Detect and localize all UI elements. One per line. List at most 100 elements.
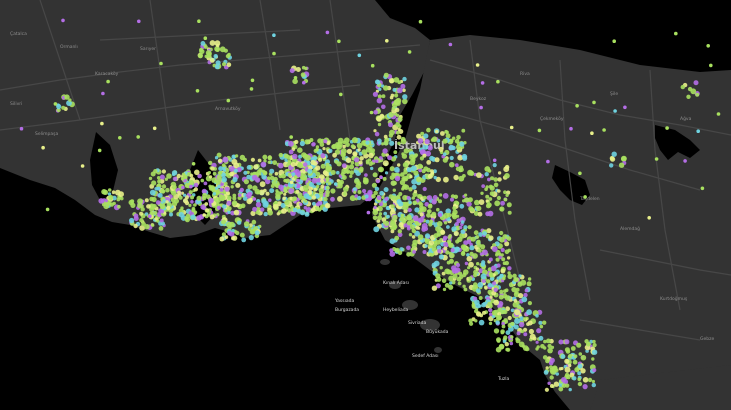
map-marker[interactable]: [330, 196, 335, 202]
map-marker[interactable]: [501, 257, 506, 262]
map-marker[interactable]: [351, 137, 358, 144]
map-marker[interactable]: [390, 204, 395, 209]
map-marker[interactable]: [450, 248, 455, 253]
map-marker[interactable]: [384, 220, 390, 226]
map-marker[interactable]: [424, 244, 428, 248]
map-marker[interactable]: [207, 171, 211, 175]
map-marker[interactable]: [190, 214, 196, 220]
map-marker[interactable]: [488, 307, 493, 313]
map-marker[interactable]: [107, 188, 112, 192]
map-marker[interactable]: [455, 201, 460, 205]
map-marker[interactable]: [480, 273, 487, 280]
map-marker[interactable]: [447, 235, 452, 240]
map-marker[interactable]: [507, 266, 512, 271]
map-marker[interactable]: [418, 217, 425, 223]
map-marker[interactable]: [243, 179, 249, 185]
map-marker[interactable]: [295, 67, 301, 72]
map-marker[interactable]: [481, 184, 486, 189]
map-marker[interactable]: [226, 172, 230, 177]
map-marker[interactable]: [484, 286, 488, 290]
map-marker[interactable]: [488, 184, 493, 189]
map-marker[interactable]: [397, 163, 401, 167]
map-marker[interactable]: [369, 110, 374, 115]
map-marker[interactable]: [232, 193, 237, 198]
map-marker[interactable]: [240, 203, 246, 209]
map-marker[interactable]: [200, 41, 206, 46]
map-marker[interactable]: [153, 210, 158, 216]
map-marker[interactable]: [241, 237, 247, 243]
map-marker[interactable]: [706, 44, 710, 48]
map-marker[interactable]: [484, 166, 491, 172]
map-marker[interactable]: [429, 155, 435, 161]
map-marker[interactable]: [398, 201, 404, 207]
map-marker[interactable]: [193, 203, 197, 207]
map-marker[interactable]: [325, 203, 330, 208]
map-marker[interactable]: [278, 162, 284, 169]
map-marker[interactable]: [461, 250, 466, 255]
map-marker[interactable]: [564, 366, 571, 373]
map-marker[interactable]: [303, 184, 309, 191]
map-marker[interactable]: [430, 171, 435, 175]
map-marker[interactable]: [224, 186, 230, 192]
map-marker[interactable]: [349, 174, 353, 178]
map-marker[interactable]: [444, 283, 450, 288]
map-marker[interactable]: [469, 245, 475, 251]
map-marker[interactable]: [183, 193, 187, 197]
map-marker[interactable]: [514, 277, 519, 282]
map-marker[interactable]: [226, 206, 232, 212]
map-marker[interactable]: [193, 182, 199, 188]
map-marker[interactable]: [223, 48, 228, 53]
map-marker[interactable]: [674, 31, 678, 36]
map-marker[interactable]: [613, 109, 617, 113]
map-marker[interactable]: [312, 201, 316, 206]
map-marker[interactable]: [389, 251, 396, 257]
map-marker[interactable]: [263, 211, 268, 217]
map-marker[interactable]: [383, 85, 389, 91]
map-marker[interactable]: [178, 195, 183, 200]
map-marker[interactable]: [294, 139, 299, 145]
map-marker[interactable]: [446, 225, 450, 229]
map-marker[interactable]: [409, 154, 415, 161]
map-marker[interactable]: [433, 233, 439, 239]
map-marker[interactable]: [250, 172, 254, 176]
map-marker[interactable]: [378, 212, 383, 216]
map-marker[interactable]: [453, 230, 459, 237]
map-marker[interactable]: [444, 268, 450, 275]
map-marker[interactable]: [478, 199, 485, 206]
map-marker[interactable]: [242, 196, 248, 201]
map-marker[interactable]: [261, 198, 267, 204]
map-marker[interactable]: [458, 168, 463, 173]
map-marker[interactable]: [462, 272, 467, 278]
map-marker[interactable]: [342, 140, 346, 145]
map-marker[interactable]: [501, 324, 506, 329]
map-marker[interactable]: [391, 106, 396, 111]
map-marker[interactable]: [414, 207, 420, 213]
map-marker[interactable]: [376, 195, 382, 201]
map-marker[interactable]: [492, 158, 497, 163]
map-marker[interactable]: [310, 159, 316, 166]
map-marker[interactable]: [521, 296, 528, 303]
map-marker[interactable]: [455, 239, 460, 244]
map-marker[interactable]: [216, 174, 222, 180]
map-marker[interactable]: [426, 212, 431, 218]
map-marker[interactable]: [384, 171, 389, 175]
map-marker[interactable]: [227, 195, 232, 201]
map-marker[interactable]: [481, 278, 486, 283]
map-marker[interactable]: [539, 324, 544, 329]
map-marker[interactable]: [696, 129, 700, 133]
map-marker[interactable]: [488, 197, 493, 201]
map-marker[interactable]: [283, 188, 288, 193]
map-marker[interactable]: [342, 144, 346, 149]
map-marker[interactable]: [275, 194, 281, 200]
map-marker[interactable]: [315, 171, 321, 177]
map-marker[interactable]: [665, 126, 669, 130]
map-marker[interactable]: [523, 317, 527, 321]
map-marker[interactable]: [462, 284, 466, 288]
map-marker[interactable]: [208, 197, 214, 204]
map-marker[interactable]: [516, 331, 521, 336]
map-marker[interactable]: [449, 155, 454, 161]
map-marker[interactable]: [300, 72, 306, 78]
map-marker[interactable]: [137, 202, 143, 209]
map-marker[interactable]: [591, 379, 596, 384]
map-marker[interactable]: [288, 149, 294, 155]
